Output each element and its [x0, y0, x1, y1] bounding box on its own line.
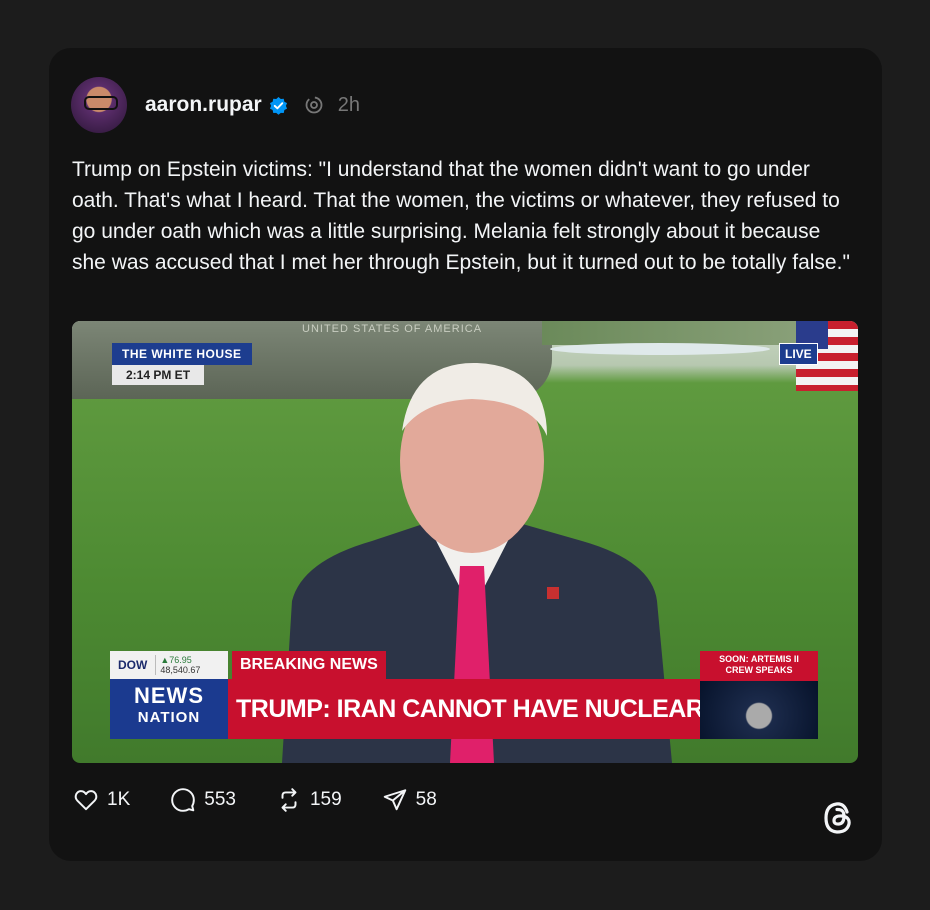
- post-header: aaron.rupar 2h: [71, 77, 360, 133]
- soon-line-2: CREW SPEAKS: [725, 665, 793, 675]
- repost-icon: [281, 788, 297, 812]
- dow-label: DOW: [118, 658, 148, 672]
- video-player[interactable]: UNITED STATES OF AMERICA THE WHITE HOUSE…: [72, 321, 858, 763]
- comment-icon: [171, 788, 196, 812]
- dow-ticker: DOW ▲76.95 48,540.67: [110, 651, 228, 679]
- dow-value: 48,540.67: [160, 665, 201, 675]
- post-timestamp: 2h: [337, 93, 360, 116]
- dow-change: ▲76.95: [160, 655, 192, 665]
- share-icon: [383, 789, 406, 811]
- auto-activity-icon: [305, 96, 323, 114]
- live-badge: LIVE: [779, 343, 818, 365]
- soon-line-1: SOON: ARTEMIS II: [719, 654, 799, 664]
- threads-logo-icon[interactable]: [821, 799, 855, 837]
- like-button[interactable]: 1K: [73, 787, 130, 813]
- post-text: Trump on Epstein victims: "I understand …: [72, 158, 850, 274]
- share-count: 58: [415, 789, 437, 810]
- fountain-background: [550, 343, 770, 355]
- repost-count: 159: [309, 789, 342, 810]
- location-chip: THE WHITE HOUSE: [112, 343, 252, 365]
- heart-icon: [74, 790, 98, 811]
- network-logo-bottom: NATION: [137, 709, 201, 726]
- verified-badge-icon: [269, 96, 287, 115]
- like-count: 1K: [107, 789, 131, 810]
- time-chip: 2:14 PM ET: [112, 365, 205, 385]
- avatar[interactable]: [71, 77, 127, 133]
- reply-button[interactable]: 553: [170, 787, 236, 813]
- news-headline: TRUMP: IRAN CANNOT HAVE NUCLEAR WEAPON: [228, 679, 700, 739]
- repost-button[interactable]: 159: [276, 787, 342, 813]
- action-bar: 1K 553 159 58: [73, 785, 477, 815]
- share-button[interactable]: 58: [382, 787, 437, 813]
- post-card: aaron.rupar 2h Trump on Epstein victims:…: [49, 48, 882, 861]
- network-logo: NEWS NATION: [110, 679, 228, 739]
- network-logo-top: NEWS: [134, 683, 204, 708]
- username[interactable]: aaron.rupar: [145, 93, 262, 117]
- breaking-news-label: BREAKING NEWS: [232, 651, 386, 679]
- reply-count: 553: [204, 789, 236, 810]
- moon-thumbnail: [700, 681, 818, 739]
- soon-banner: SOON: ARTEMIS II CREW SPEAKS: [700, 651, 818, 681]
